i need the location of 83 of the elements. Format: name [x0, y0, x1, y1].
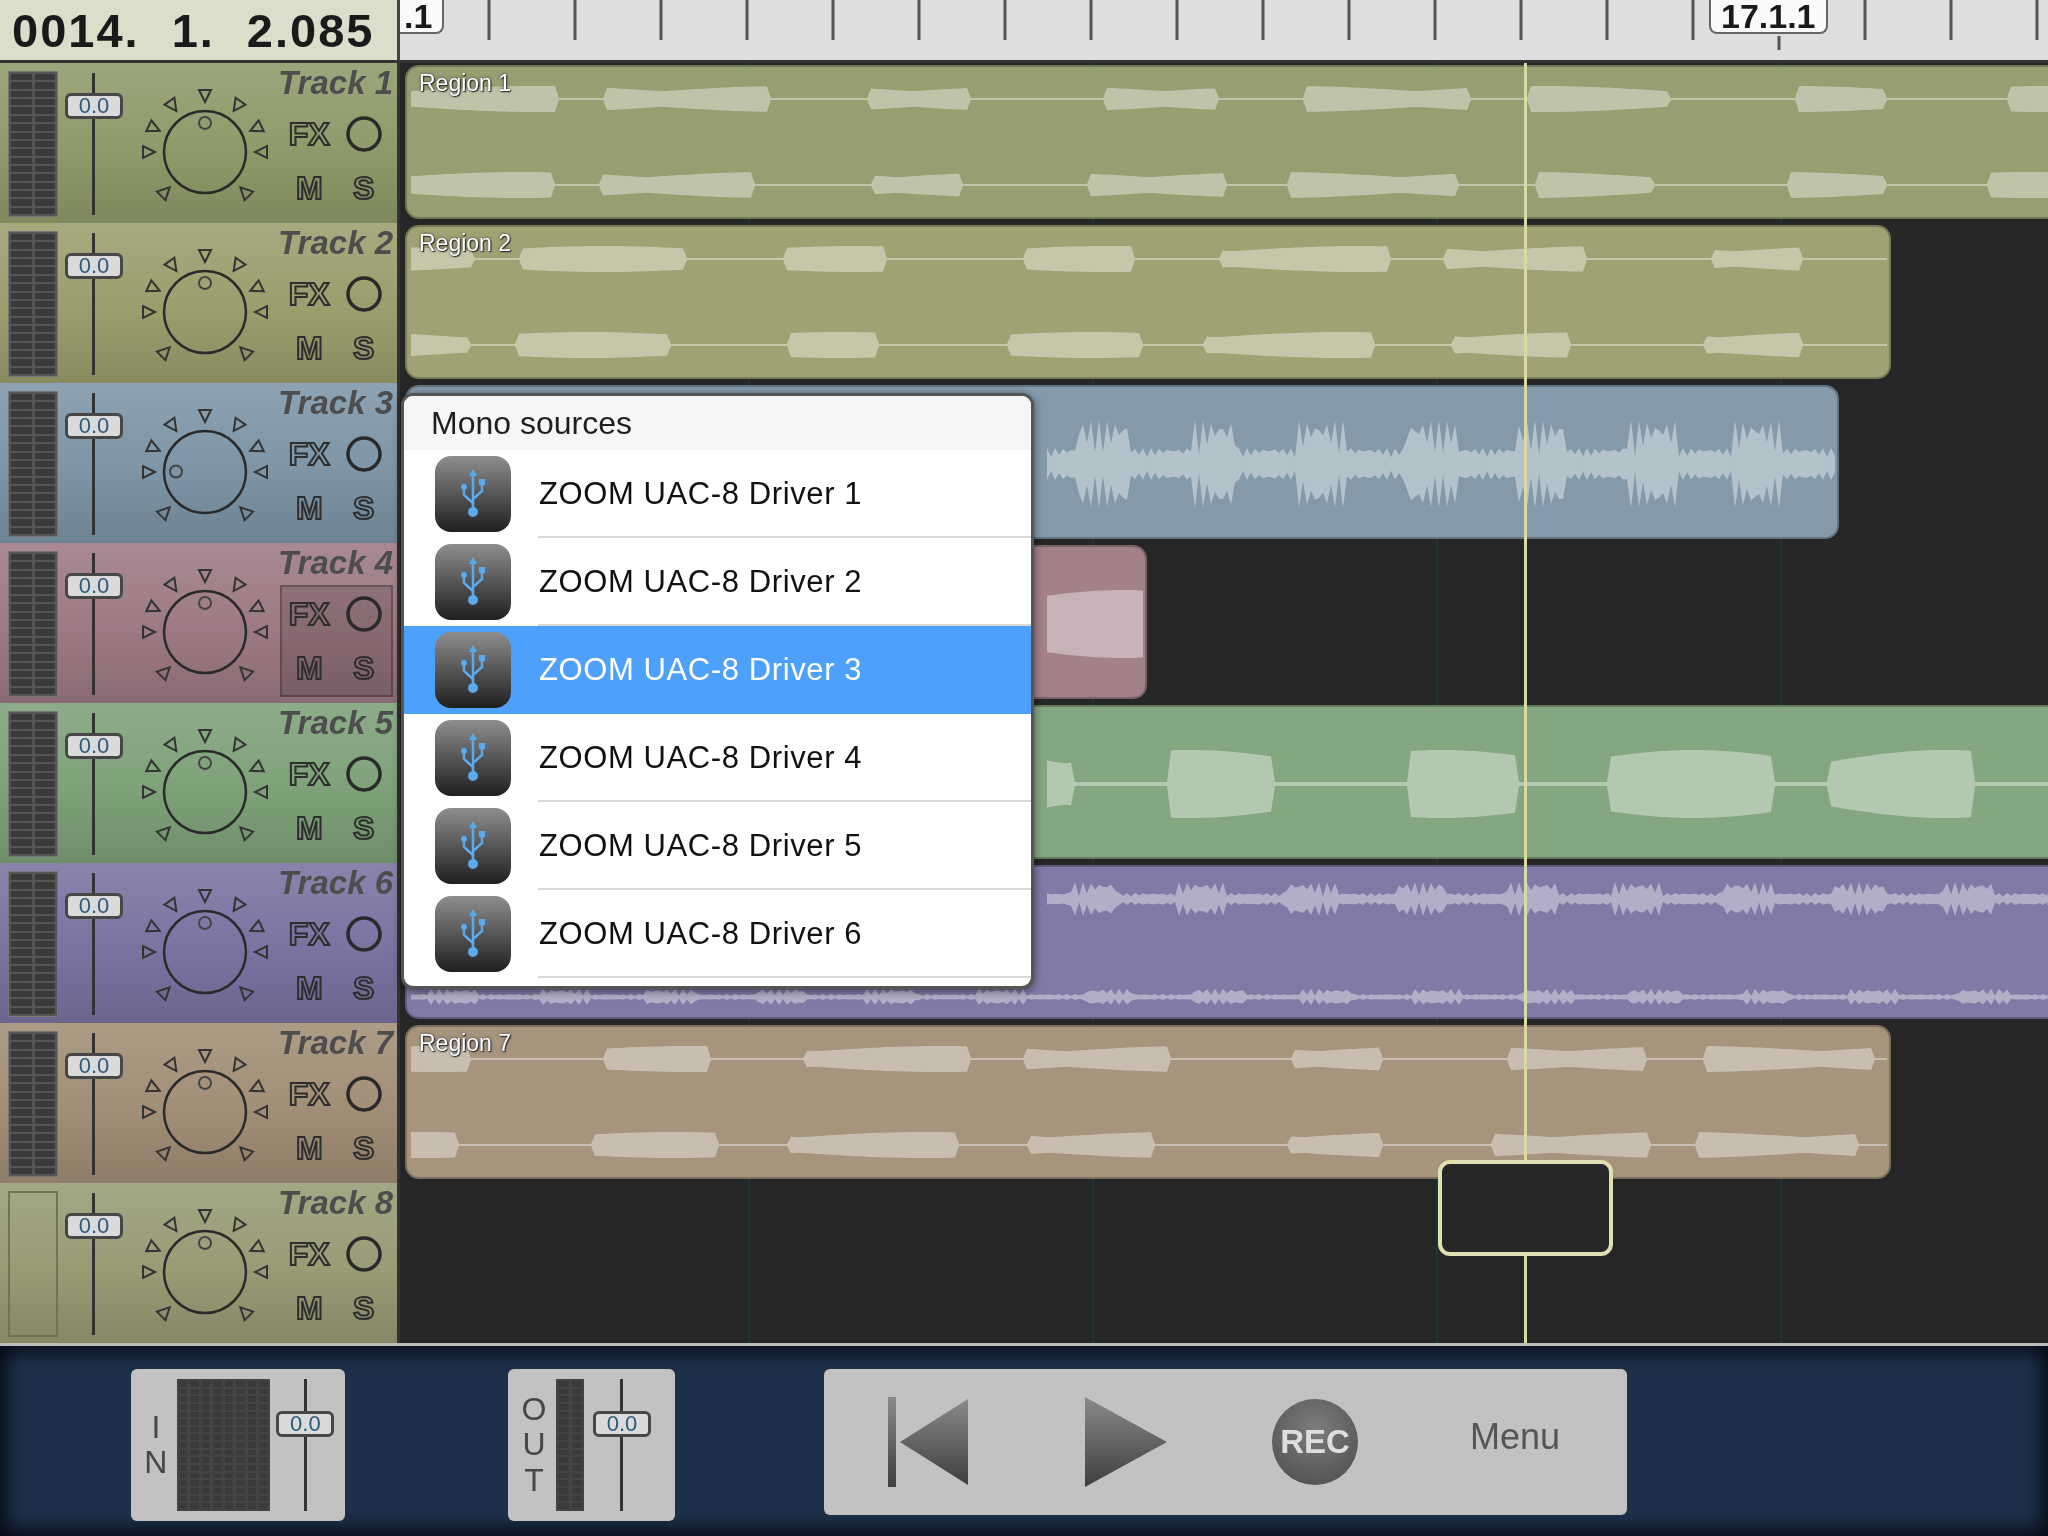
track-name: Track 4 — [278, 547, 393, 579]
solo-button[interactable]: S — [353, 331, 375, 365]
usb-icon — [434, 631, 512, 709]
mute-button[interactable]: M — [295, 971, 323, 1005]
record-button[interactable]: REC — [1272, 1399, 1358, 1485]
region-name: Region 7 — [419, 1030, 512, 1057]
usb-icon — [434, 543, 512, 621]
counter-field: 2.085 — [246, 2, 375, 58]
volume-fader[interactable]: 0.0 — [590, 1379, 654, 1511]
mute-button[interactable]: M — [295, 1131, 323, 1165]
track-header[interactable]: 0.0 Track 5 FX M S — [0, 703, 400, 863]
fx-button[interactable]: FX — [288, 757, 330, 791]
solo-button[interactable]: S — [353, 1291, 375, 1325]
usb-icon — [434, 807, 512, 885]
popup-title: Mono sources — [404, 396, 1031, 450]
record-arm-icon[interactable] — [344, 915, 383, 953]
playhead-line[interactable] — [1524, 63, 1527, 1343]
track-name: Track 6 — [278, 867, 393, 899]
source-item[interactable]: ZOOM UAC-8 Driver 4 — [404, 714, 1031, 802]
audio-region[interactable]: Region 2 — [405, 225, 1891, 379]
track-header[interactable]: 0.0 Track 1 FX M S — [0, 63, 400, 223]
audio-region[interactable]: Region 7 — [405, 1025, 1891, 1179]
channel-label: OUT — [520, 1392, 548, 1498]
counter-field: 0014. — [12, 2, 140, 58]
region-name: Region 1 — [419, 70, 512, 97]
mute-button[interactable]: M — [295, 331, 323, 365]
mute-button[interactable]: M — [295, 1291, 323, 1325]
playhead-handle[interactable] — [1438, 1160, 1613, 1256]
volume-fader[interactable]: 0.0 — [275, 1379, 335, 1511]
fx-button[interactable]: FX — [288, 1237, 330, 1271]
record-arm-icon[interactable] — [344, 115, 383, 153]
solo-button[interactable]: S — [353, 491, 375, 525]
fx-button[interactable]: FX — [288, 1077, 330, 1111]
rewind-button[interactable] — [888, 1397, 968, 1487]
source-item[interactable]: ZOOM UAC-8 Driver 3 — [404, 626, 1031, 714]
track-name: Track 2 — [278, 227, 393, 259]
record-arm-icon[interactable] — [344, 435, 383, 473]
usb-icon — [434, 455, 512, 533]
source-item[interactable]: ZOOM UAC-8 Driver 1 — [404, 450, 1031, 538]
solo-button[interactable]: S — [353, 971, 375, 1005]
locator-marker[interactable]: .1 — [400, 0, 445, 34]
track-name: Track 5 — [278, 707, 393, 739]
track-name: Track 7 — [278, 1027, 393, 1059]
solo-button[interactable]: S — [353, 1131, 375, 1165]
menu-button[interactable]: Menu — [1470, 1416, 1561, 1458]
mute-button[interactable]: M — [295, 811, 323, 845]
fx-button[interactable]: FX — [288, 437, 330, 471]
source-item[interactable]: ZOOM UAC-8 Driver 2 — [404, 538, 1031, 626]
solo-button[interactable]: S — [353, 651, 375, 685]
fx-button[interactable]: FX — [288, 277, 330, 311]
record-arm-icon[interactable] — [344, 595, 383, 633]
audio-region[interactable]: Region 1 — [405, 65, 2048, 219]
solo-button[interactable]: S — [353, 171, 375, 205]
track-header[interactable]: 0.0 Track 8 FX M S — [0, 1183, 400, 1343]
mute-button[interactable]: M — [295, 491, 323, 525]
usb-icon — [434, 719, 512, 797]
record-arm-icon[interactable] — [344, 275, 383, 313]
fx-button[interactable]: FX — [288, 117, 330, 151]
track-header[interactable]: 0.0 Track 4 FX M S — [0, 543, 400, 703]
record-arm-icon[interactable] — [344, 755, 383, 793]
fx-button[interactable]: FX — [288, 917, 330, 951]
play-button[interactable] — [1085, 1397, 1167, 1487]
source-item[interactable]: ZOOM UAC-8 Driver 5 — [404, 802, 1031, 890]
mute-button[interactable]: M — [295, 171, 323, 205]
track-name: Track 8 — [278, 1187, 393, 1219]
track-header[interactable]: 0.0 Track 3 FX M S — [0, 383, 400, 543]
counter-field: 1. — [171, 2, 215, 58]
record-arm-icon[interactable] — [344, 1235, 383, 1273]
mute-button[interactable]: M — [295, 651, 323, 685]
source-item[interactable]: ZOOM UAC-8 Driver 6 — [404, 890, 1031, 978]
track-header[interactable]: 0.0 Track 7 FX M S — [0, 1023, 400, 1183]
timeline-ruler[interactable]: .1 17.1.1 — [400, 0, 2048, 60]
track-header[interactable]: 0.0 Track 2 FX M S — [0, 223, 400, 383]
region-name: Region 2 — [419, 230, 512, 257]
record-arm-icon[interactable] — [344, 1075, 383, 1113]
locator-marker[interactable]: 17.1.1 — [1709, 0, 1828, 34]
channel-label: IN — [143, 1409, 169, 1481]
fx-button[interactable]: FX — [288, 597, 330, 631]
track-name: Track 3 — [278, 387, 393, 419]
usb-icon — [434, 895, 512, 973]
solo-button[interactable]: S — [353, 811, 375, 845]
track-name: Track 1 — [278, 67, 393, 99]
track-header[interactable]: 0.0 Track 6 FX M S — [0, 863, 400, 1023]
